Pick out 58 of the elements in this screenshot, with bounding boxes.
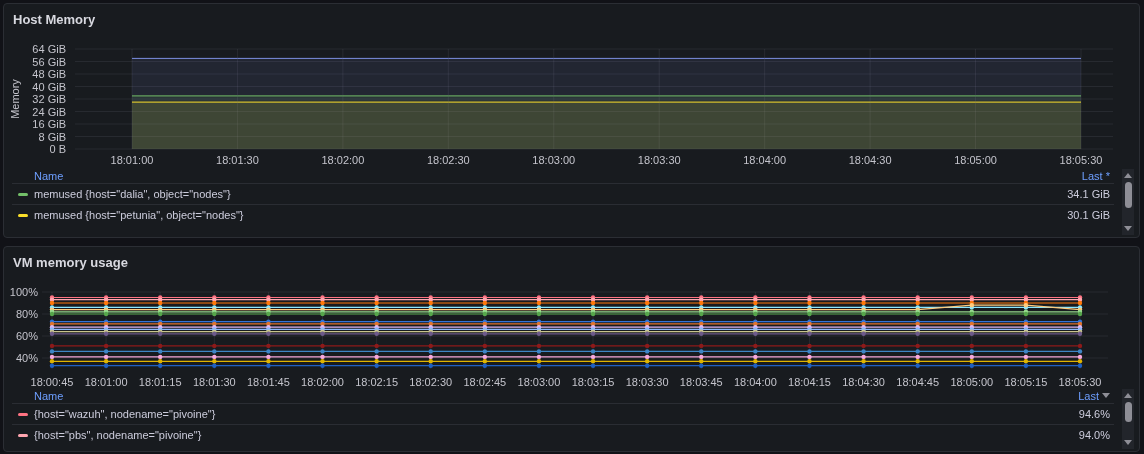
legend-label[interactable]: memused {host="petunia", object="nodes"} <box>34 209 1068 221</box>
column-header[interactable]: Name <box>12 390 64 402</box>
axis-label: 18:05:00 <box>954 154 997 166</box>
axis-label: 18:01:00 <box>84 376 128 388</box>
axis-label: 24 GiB <box>32 105 66 118</box>
axis-label: 18:04:00 <box>733 376 777 388</box>
axis-label: 40% <box>15 352 38 364</box>
axis-label: 56 GiB <box>32 55 66 68</box>
axis-label: 18:05:30 <box>1059 154 1103 166</box>
legend-value: 94.0% <box>1078 429 1111 441</box>
axis-label: 64 GiB <box>32 43 66 55</box>
axis-label: 18:01:45 <box>247 376 290 388</box>
axis-label: 18:03:00 <box>532 154 576 166</box>
axis-label: 18:02:45 <box>463 376 507 388</box>
axis-label: 18:03:45 <box>679 376 723 388</box>
axis-label: 18:04:00 <box>743 154 787 166</box>
axis-label: 18:01:30 <box>216 154 259 166</box>
axis-label: 18:01:30 <box>192 376 236 388</box>
axis-label: 18:04:15 <box>788 376 831 388</box>
axis-title: Memory <box>9 79 21 119</box>
axis-label: 18:05:00 <box>950 376 994 388</box>
axis-label: 32 GiB <box>32 93 66 105</box>
axis-label: 18:04:30 <box>848 154 892 166</box>
axis-label: 18:03:00 <box>517 376 561 388</box>
axis-label: 0 B <box>49 143 66 155</box>
axis-label: 48 GiB <box>32 68 66 80</box>
legend-value: 94.6% <box>1078 408 1111 420</box>
column-header[interactable]: Last * <box>1081 170 1114 182</box>
panel-title: Host Memory <box>12 11 97 29</box>
axis-label: 100% <box>9 286 38 298</box>
legend-label[interactable]: memused {host="dalia", object="nodes"} <box>34 188 1068 200</box>
axis-label: 18:04:45 <box>896 376 940 388</box>
axis-label: 18:03:30 <box>625 376 669 388</box>
axis-label: 40 GiB <box>32 80 66 93</box>
axis-label: 18:02:30 <box>409 376 453 388</box>
axis-label: 18:02:00 <box>301 376 344 388</box>
legend-label[interactable]: {host="pbs", nodename="pivoine"} <box>34 429 1079 441</box>
axis-label: 18:02:15 <box>355 376 399 388</box>
axis-label: 8 GiB <box>38 130 66 143</box>
legend-value: 30.1 GiB <box>1067 209 1111 221</box>
column-header[interactable]: Name <box>12 170 64 182</box>
legend-label[interactable]: {host="wazuh", nodename="pivoine"} <box>34 408 1079 420</box>
axis-label: 18:00:45 <box>30 376 74 388</box>
axis-label: 18:05:15 <box>1004 376 1048 388</box>
axis-label: 18:01:00 <box>110 154 154 166</box>
column-header[interactable]: Last <box>1078 390 1114 402</box>
axis-label: 18:02:30 <box>426 154 470 166</box>
axis-label: 18:05:30 <box>1058 376 1102 388</box>
panel-title: VM memory usage <box>12 254 129 272</box>
legend-value: 34.1 GiB <box>1067 188 1111 200</box>
axis-label: 18:03:15 <box>571 376 615 388</box>
axis-label: 16 GiB <box>32 118 66 130</box>
axis-label: 80% <box>15 308 38 320</box>
axis-label: 18:02:00 <box>321 154 365 166</box>
axis-label: 60% <box>15 330 38 342</box>
axis-label: 18:01:15 <box>138 376 182 388</box>
axis-label: 18:04:30 <box>842 376 885 388</box>
axis-label: 18:03:30 <box>637 154 681 166</box>
